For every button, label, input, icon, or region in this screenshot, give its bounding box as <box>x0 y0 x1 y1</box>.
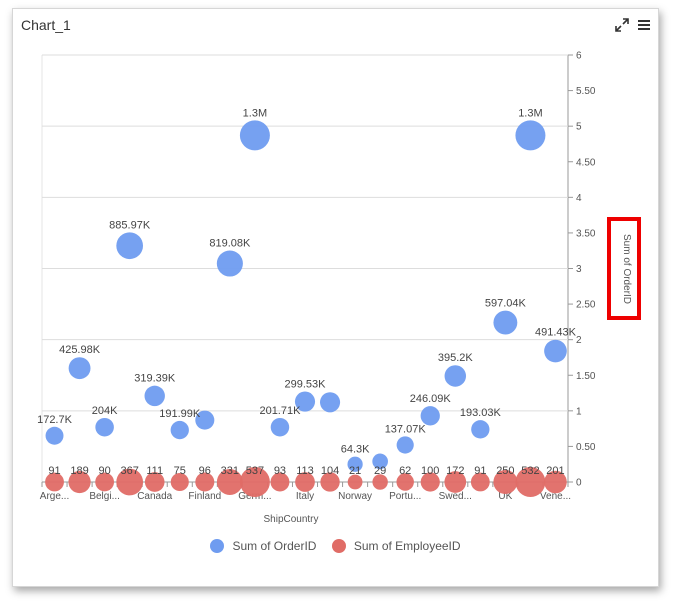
y-tick-label: 4.50 <box>576 157 596 168</box>
data-label-orderid: 299.53K <box>285 379 327 391</box>
y-tick-label: 2.50 <box>576 300 596 311</box>
data-label-employeeid: 331 <box>221 465 239 477</box>
bubble-orderid <box>544 339 567 363</box>
data-label-employeeid: 201 <box>546 465 564 477</box>
data-label-employeeid: 91 <box>474 465 486 477</box>
bubble-orderid <box>471 420 490 439</box>
legend-swatch-orderid <box>210 539 225 553</box>
x-tick-label: Finland <box>188 491 221 502</box>
bubble-orderid <box>45 426 64 445</box>
x-tick-label: Italy <box>296 491 314 502</box>
bubble-orderid <box>396 436 414 454</box>
data-label-employeeid: 172 <box>446 465 464 477</box>
data-label-employeeid: 91 <box>48 465 60 477</box>
y-tick-label: 4 <box>576 193 582 204</box>
legend-item-orderid[interactable]: Sum of OrderID <box>210 539 316 553</box>
bubble-orderid <box>444 365 467 387</box>
data-label-employeeid: 100 <box>421 465 439 477</box>
bubble-orderid <box>319 392 341 413</box>
data-label-orderid: 1.3M <box>518 107 542 119</box>
legend-swatch-employeeid <box>331 539 346 553</box>
data-label-orderid: 491.43K <box>535 327 577 339</box>
data-label-orderid: 425.98K <box>59 344 101 356</box>
data-label-employeeid: 62 <box>399 465 411 477</box>
y-tick-label: 1.50 <box>576 371 596 382</box>
x-tick-label: Arge... <box>40 491 69 502</box>
data-label-employeeid: 93 <box>274 465 286 477</box>
bubble-orderid <box>170 420 189 440</box>
data-label-orderid: 201.71K <box>259 405 301 417</box>
legend-label-orderid: Sum of OrderID <box>232 539 317 553</box>
y-tick-label: 3 <box>576 264 582 275</box>
bubble-orderid <box>68 357 91 380</box>
legend-label-employeeid: Sum of EmployeeID <box>353 539 461 553</box>
legend-item-employeeid[interactable]: Sum of EmployeeID <box>331 539 461 553</box>
data-label-employeeid: 113 <box>296 465 314 477</box>
y-tick-label: 5.50 <box>576 86 596 97</box>
data-label-orderid: 597.04K <box>485 298 527 310</box>
y-tick-label: 0 <box>576 478 582 489</box>
y-tick-label: 6 <box>576 51 582 62</box>
data-label-employeeid: 250 <box>496 465 514 477</box>
bubble-chart: 0 0.50 1 1.50 2 2.50 3 3.50 4 4.50 5 5.50 6 Arge... B… <box>37 51 641 525</box>
bubble-orderid <box>95 417 114 437</box>
bubble-orderid <box>239 120 270 151</box>
bubble-orderid <box>116 232 144 260</box>
data-label-employeeid: 75 <box>174 465 186 477</box>
data-label-employeeid: 104 <box>321 465 339 477</box>
y-tick-label: 2 <box>576 335 582 346</box>
data-label-employeeid: 189 <box>70 465 88 477</box>
data-label-orderid: 193.03K <box>460 407 502 419</box>
data-labels: 91 189 90 367 111 75 96 331 537 93 113 104 21 29 62 100… <box>37 107 577 477</box>
data-label-orderid: 246.09K <box>410 393 452 405</box>
data-label-orderid: 64.3K <box>341 444 370 456</box>
data-label-orderid: 819.08K <box>209 237 251 249</box>
y-tick-label: 3.50 <box>576 228 596 239</box>
data-label-orderid: 137.07K <box>385 423 427 435</box>
data-label-employeeid: 21 <box>349 465 361 477</box>
y-tick-label: 0.50 <box>576 442 596 453</box>
chart-card: Chart_1 0 0.50 1 1.50 2 2.50 3 3.50 4 4.50 5 5.50 6 … <box>12 8 659 587</box>
data-label-employeeid: 537 <box>246 465 264 477</box>
bubble-orderid <box>144 385 165 407</box>
data-label-orderid: 1.3M <box>243 107 267 119</box>
data-label-employeeid: 29 <box>374 465 386 477</box>
data-label-employeeid: 532 <box>521 465 539 477</box>
data-label-orderid: 885.97K <box>109 219 151 231</box>
x-tick-label: Canada <box>137 491 172 502</box>
bubble-orderid <box>515 120 546 151</box>
y-tick-label: 5 <box>576 122 582 133</box>
x-tick-label: Portu... <box>389 491 421 502</box>
bubble-orderid <box>270 417 290 437</box>
data-label-employeeid: 367 <box>120 465 138 477</box>
data-label-orderid: 172.7K <box>37 414 73 426</box>
y-axis: 0 0.50 1 1.50 2 2.50 3 3.50 4 4.50 5 5.50 6 <box>568 51 596 489</box>
data-label-orderid: 191.99K <box>159 408 201 420</box>
data-label-employeeid: 90 <box>98 465 110 477</box>
data-label-orderid: 204K <box>92 405 118 417</box>
bubble-orderid <box>493 310 518 335</box>
bubble-orderid <box>216 250 243 277</box>
x-tick-label: Belgi... <box>89 491 120 502</box>
y-axis-title: Sum of OrderID <box>621 234 632 304</box>
data-label-employeeid: 111 <box>146 465 163 477</box>
data-label-orderid: 395.2K <box>438 352 474 364</box>
legend: Sum of OrderID Sum of EmployeeID <box>13 539 658 556</box>
data-label-orderid: 319.39K <box>134 373 176 385</box>
x-tick-label: Norway <box>338 491 372 502</box>
y-tick-label: 1 <box>576 406 582 417</box>
data-label-employeeid: 96 <box>199 465 211 477</box>
x-axis-title: ShipCountry <box>263 514 318 525</box>
